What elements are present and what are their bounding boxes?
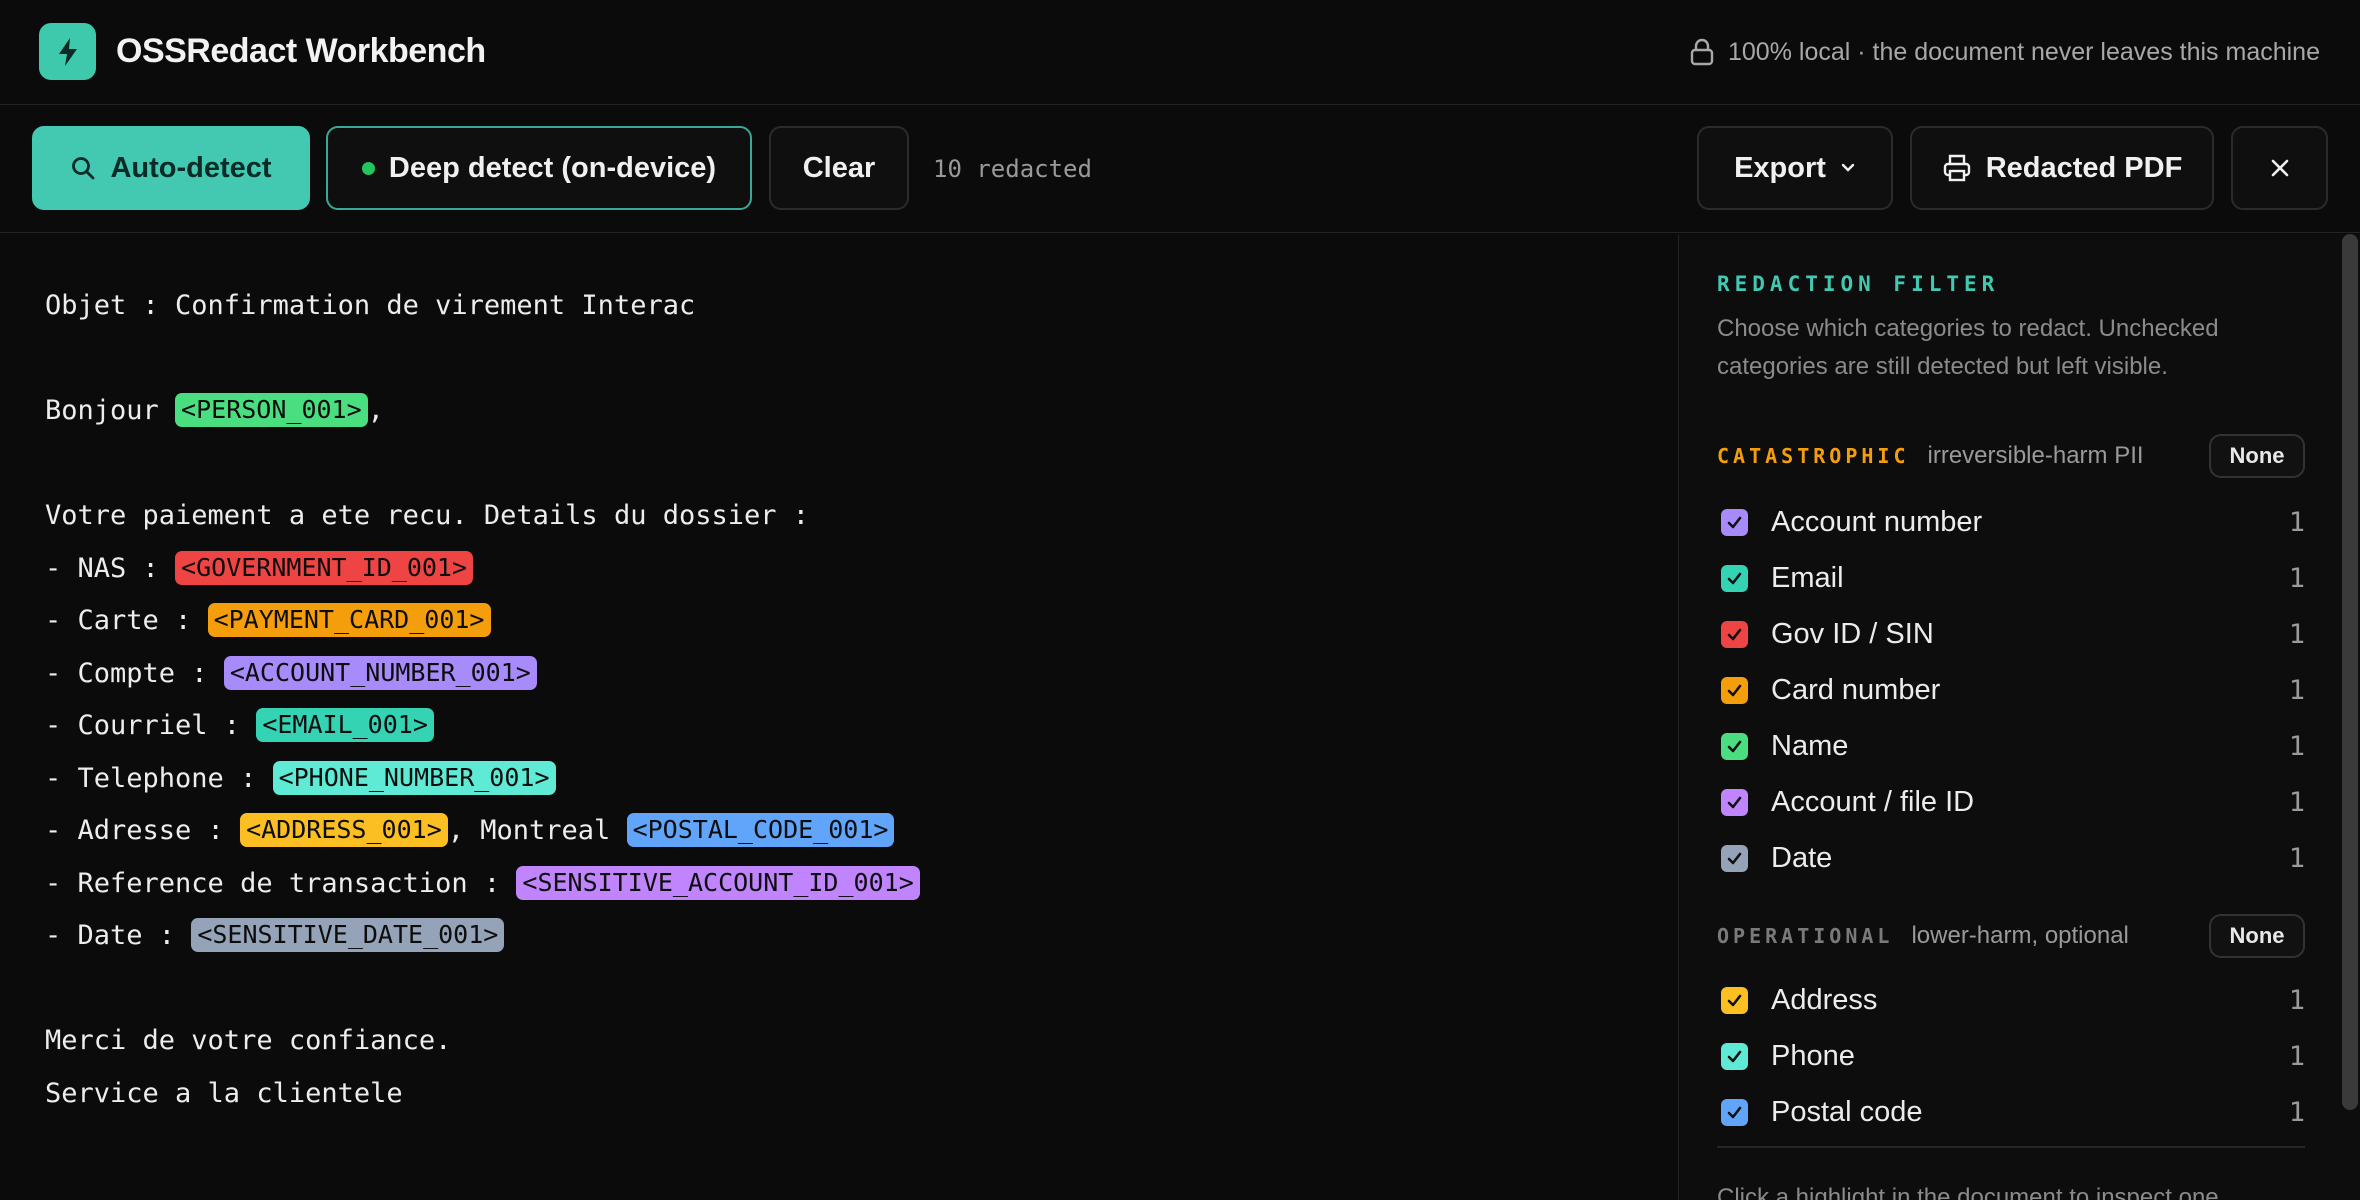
category-count: 1 [2288, 984, 2305, 1016]
chevron-down-icon [1841, 163, 1855, 172]
auto-detect-label: Auto-detect [110, 151, 272, 184]
doc-line: Votre paiement a ete recu. Details du do… [45, 500, 810, 531]
status-dot-icon [361, 161, 375, 175]
redaction-tag-file-id[interactable]: <SENSITIVE_ACCOUNT_ID_001> [516, 865, 920, 900]
category-count: 1 [2288, 506, 2305, 538]
redaction-tag-address[interactable]: <ADDRESS_001> [240, 813, 448, 847]
category-row[interactable]: Account number 1 [1717, 494, 2305, 550]
doc-line: - NAS : <GOVERNMENT_ID_001> [45, 543, 1678, 596]
category-row[interactable]: Postal code 1 [1717, 1084, 2305, 1140]
close-icon [2271, 159, 2288, 177]
redaction-tag-card[interactable]: <PAYMENT_CARD_001> [207, 603, 491, 637]
category-count: 1 [2288, 674, 2305, 706]
logo [39, 23, 96, 80]
divider [1717, 1146, 2305, 1148]
category-label: Address [1771, 983, 1878, 1016]
printer-icon [1943, 154, 1970, 182]
privacy-text: 100% local · the document never leaves t… [1728, 38, 2320, 66]
app-title: OSSRedact Workbench [116, 32, 486, 70]
close-button[interactable] [2231, 126, 2328, 210]
checkbox-checked-icon[interactable] [1721, 986, 1748, 1014]
category-label: Postal code [1771, 1095, 1923, 1128]
clear-button[interactable]: Clear [769, 126, 909, 210]
category-count: 1 [2288, 1040, 2305, 1072]
export-button[interactable]: Export [1697, 126, 1893, 210]
doc-line: - Telephone : <PHONE_NUMBER_001> [45, 753, 1678, 806]
category-count: 1 [2288, 842, 2305, 874]
operational-header: OPERATIONAL lower-harm, optional [1717, 922, 2129, 949]
app-header: OSSRedact Workbench 100% local · the doc… [0, 0, 2360, 105]
doc-line: Objet : Confirmation de virement Interac [45, 290, 696, 321]
doc-line: - Compte : <ACCOUNT_NUMBER_001> [45, 648, 1678, 701]
category-count: 1 [2288, 1096, 2305, 1128]
doc-line: - Courriel : <EMAIL_001> [45, 700, 1678, 753]
category-count: 1 [2288, 618, 2305, 650]
category-row[interactable]: Email 1 [1717, 550, 2305, 606]
doc-line: - Date : <SENSITIVE_DATE_001> [45, 910, 1678, 963]
redaction-tag-phone[interactable]: <PHONE_NUMBER_001> [272, 760, 556, 795]
category-row[interactable]: Phone 1 [1717, 1028, 2305, 1084]
checkbox-checked-icon[interactable] [1721, 508, 1748, 536]
bolt-icon [58, 37, 77, 66]
checkbox-checked-icon[interactable] [1721, 844, 1748, 872]
category-row[interactable]: Gov ID / SIN 1 [1717, 606, 2305, 662]
doc-line: - Reference de transaction : <SENSITIVE_… [45, 858, 1678, 911]
catastrophic-header: CATASTROPHIC irreversible-harm PII [1717, 442, 2144, 469]
redaction-filter-panel: REDACTION FILTER Choose which categories… [1678, 234, 2338, 1200]
category-label: Date [1771, 841, 1833, 874]
redaction-tag-postal[interactable]: <POSTAL_CODE_001> [626, 813, 895, 847]
doc-line: Merci de votre confiance. [45, 1025, 452, 1056]
category-label: Phone [1771, 1039, 1855, 1072]
checkbox-checked-icon[interactable] [1721, 1042, 1748, 1070]
category-label: Card number [1771, 673, 1941, 706]
checkbox-checked-icon[interactable] [1721, 732, 1748, 760]
lock-icon [1690, 38, 1714, 66]
redacted-pdf-label: Redacted PDF [1985, 151, 2183, 184]
scrollbar-thumb[interactable] [2342, 234, 2358, 1110]
redacted-count: 10 redacted [933, 155, 1092, 183]
clear-label: Clear [802, 151, 876, 184]
redaction-tag-email[interactable]: <EMAIL_001> [256, 708, 434, 742]
privacy-note: 100% local · the document never leaves t… [1690, 33, 2320, 71]
filter-title: REDACTION FILTER [1717, 272, 2000, 296]
checkbox-checked-icon[interactable] [1721, 564, 1748, 592]
filter-description: Choose which categories to redact. Unche… [1717, 315, 2219, 380]
doc-line: Service a la clientele [45, 1077, 403, 1109]
category-row[interactable]: Name 1 [1717, 718, 2305, 774]
deep-detect-label: Deep detect (on-device) [388, 151, 717, 184]
redaction-tag-account[interactable]: <ACCOUNT_NUMBER_001> [223, 655, 537, 690]
doc-line: - Carte : <PAYMENT_CARD_001> [45, 595, 1678, 648]
redaction-tag-date[interactable]: <SENSITIVE_DATE_001> [191, 918, 505, 952]
deep-detect-button[interactable]: Deep detect (on-device) [326, 126, 752, 210]
category-row[interactable]: Date 1 [1717, 830, 2305, 886]
category-label: Account / file ID [1771, 785, 1975, 818]
category-row[interactable]: Card number 1 [1717, 662, 2305, 718]
category-row[interactable]: Account / file ID 1 [1717, 774, 2305, 830]
catastrophic-none-button[interactable]: None [2209, 434, 2305, 478]
category-count: 1 [2288, 786, 2305, 818]
category-label: Account number [1771, 505, 1983, 538]
checkbox-checked-icon[interactable] [1721, 620, 1748, 648]
checkbox-checked-icon[interactable] [1721, 788, 1748, 816]
category-row[interactable]: Address 1 [1717, 972, 2305, 1028]
export-label: Export [1734, 151, 1826, 184]
category-label: Name [1771, 729, 1849, 762]
toolbar: Auto-detect Deep detect (on-device) Clea… [0, 105, 2360, 233]
checkbox-checked-icon[interactable] [1721, 1098, 1748, 1126]
inspect-hint: Click a highlight in the document to ins… [1717, 1184, 2219, 1200]
checkbox-checked-icon[interactable] [1721, 676, 1748, 704]
doc-line: - Adresse : <ADDRESS_001>, Montreal <POS… [45, 805, 1678, 858]
redaction-tag-gov-id[interactable]: <GOVERNMENT_ID_001> [175, 550, 474, 585]
auto-detect-button[interactable]: Auto-detect [32, 126, 310, 210]
operational-none-button[interactable]: None [2209, 914, 2305, 958]
redaction-tag-person[interactable]: <PERSON_001> [175, 393, 368, 427]
doc-line: Bonjour <PERSON_001>, [45, 393, 384, 427]
search-icon [72, 157, 95, 180]
category-count: 1 [2288, 562, 2305, 594]
category-count: 1 [2288, 730, 2305, 762]
document-view: Objet : Confirmation de virement Interac… [0, 234, 1678, 1200]
redacted-pdf-button[interactable]: Redacted PDF [1910, 126, 2214, 210]
category-label: Gov ID / SIN [1771, 617, 1934, 650]
category-label: Email [1771, 561, 1844, 594]
